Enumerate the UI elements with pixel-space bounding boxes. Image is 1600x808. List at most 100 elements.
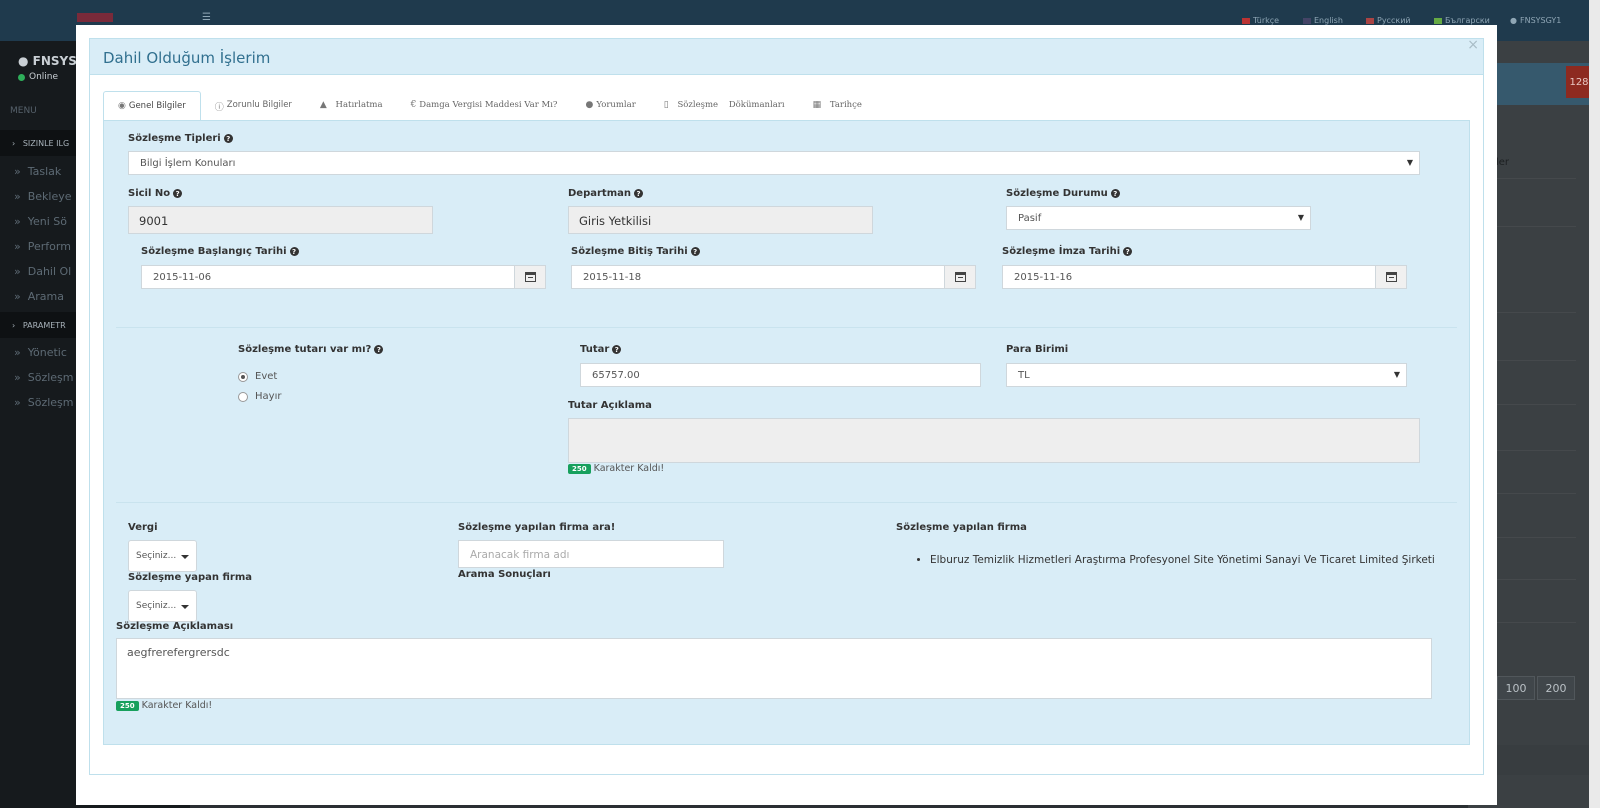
- caret-down-icon: [181, 555, 189, 559]
- end-date-input[interactable]: 2015-11-18: [571, 265, 945, 289]
- modal-header: Dahil Olduğum İşlerim ×: [90, 37, 1483, 75]
- tab-documents[interactable]: ▯ Sözleşme Dökümanları: [650, 91, 799, 121]
- user-icon: ●: [18, 54, 29, 68]
- calendar-icon: ▦: [812, 100, 822, 110]
- help-icon[interactable]: ?: [1123, 247, 1133, 256]
- page-size-200[interactable]: 200: [1537, 676, 1575, 700]
- sidebar-item[interactable]: » Sözleşm: [14, 371, 74, 384]
- dropdown-arrow-icon: ▼: [1406, 158, 1413, 167]
- contract-types-select[interactable]: Bilgi İşlem Konuları ▼: [128, 151, 1420, 175]
- sidebar-item[interactable]: » Arama: [14, 290, 64, 303]
- online-dot-icon: [18, 73, 25, 81]
- close-icon[interactable]: ×: [1467, 37, 1479, 53]
- sidebar-item[interactable]: » Yeni Sö: [14, 215, 67, 228]
- language-turkish[interactable]: Türkçe: [1242, 16, 1279, 25]
- page-scrollbar[interactable]: [1589, 0, 1600, 808]
- end-date-calendar-button[interactable]: [944, 265, 976, 289]
- currency-label: Para Birimi: [1006, 344, 1069, 355]
- help-icon[interactable]: ?: [223, 134, 233, 143]
- russia-flag-icon: [1366, 17, 1374, 24]
- bulgaria-flag-icon: [1434, 17, 1442, 24]
- sidebar-item[interactable]: » Dahil Ol: [14, 265, 71, 278]
- amount-radio-yes[interactable]: Evet: [238, 371, 277, 382]
- help-icon[interactable]: ?: [690, 247, 700, 256]
- department-label: Departman?: [568, 188, 643, 199]
- search-firm-label: Sözleşme yapılan firma ara!: [458, 522, 616, 533]
- tab-general-info[interactable]: ◉ Genel Bilgiler: [103, 91, 201, 122]
- calendar-icon: [1385, 272, 1397, 282]
- tab-reminder[interactable]: ▲ Hatırlatma: [306, 91, 397, 121]
- online-status: Online: [18, 72, 58, 82]
- tab-history[interactable]: ▦ Tarihçe: [799, 91, 876, 121]
- contracting-firm-label: Sözleşme yapan firma: [128, 572, 253, 583]
- language-russian[interactable]: Русский: [1366, 16, 1411, 25]
- modal-title: Dahil Olduğum İşlerim: [103, 49, 271, 67]
- tab-required-info[interactable]: ⓘ Zorunlu Bilgiler: [201, 91, 306, 121]
- tab-comments[interactable]: ● Yorumlar: [571, 91, 649, 121]
- help-icon[interactable]: ?: [1110, 189, 1120, 198]
- section-divider: [116, 502, 1457, 503]
- dropdown-arrow-icon: ▼: [1393, 370, 1400, 379]
- language-english[interactable]: English: [1303, 16, 1343, 25]
- hamburger-icon[interactable]: ☰: [202, 12, 211, 23]
- help-icon[interactable]: ?: [173, 189, 183, 198]
- sign-date-label: Sözleşme İmza Tarihi?: [1002, 246, 1133, 257]
- description-char-counter: 250 Karakter Kaldı!: [116, 700, 212, 711]
- tab-content-general: Sözleşme Tipleri? Bilgi İşlem Konuları ▼ …: [103, 120, 1470, 745]
- help-icon[interactable]: ?: [634, 189, 643, 198]
- euro-icon: €: [410, 100, 417, 110]
- sidebar-item[interactable]: » Perform: [14, 240, 71, 253]
- page-size-100[interactable]: 100: [1497, 676, 1535, 700]
- amount-input[interactable]: 65757.00: [580, 363, 981, 387]
- help-icon[interactable]: ?: [612, 345, 622, 354]
- tax-label: Vergi: [128, 522, 158, 533]
- dropdown-arrow-icon: ▼: [1297, 213, 1304, 222]
- start-date-input[interactable]: 2015-11-06: [141, 265, 515, 289]
- list-item: Elburuz Temizlik Hizmetleri Araştırma Pr…: [930, 554, 1435, 566]
- globe-icon: ◉: [118, 101, 126, 111]
- currency-select[interactable]: TL ▼: [1006, 363, 1407, 387]
- language-bulgarian[interactable]: Български: [1434, 16, 1490, 25]
- registry-label: Sicil No?: [128, 188, 183, 199]
- sidebar-item[interactable]: » Bekleye: [14, 190, 72, 203]
- amount-radio-no[interactable]: Hayır: [238, 391, 281, 402]
- help-icon[interactable]: ?: [289, 247, 299, 256]
- end-date-label: Sözleşme Bitiş Tarihi?: [571, 246, 700, 257]
- tab-bar: ◉ Genel Bilgiler ⓘ Zorunlu Bilgiler ▲ Hatı…: [103, 91, 876, 122]
- caret-down-icon: [181, 605, 189, 609]
- contract-status-select[interactable]: Pasif ▼: [1006, 206, 1311, 230]
- tab-stamp-tax[interactable]: € Damga Vergisi Maddesi Var Mı?: [397, 91, 572, 121]
- department-field: Giris Yetkilisi: [568, 206, 873, 234]
- background-logo: [77, 13, 113, 22]
- description-label: Sözleşme Açıklaması: [116, 621, 234, 632]
- sidebar-item[interactable]: » Sözleşm: [14, 396, 74, 409]
- start-date-calendar-button[interactable]: [514, 265, 546, 289]
- tax-select[interactable]: Seçiniz...: [128, 540, 197, 572]
- contracting-firm-select[interactable]: Seçiniz...: [128, 590, 197, 622]
- registry-field: 9001: [128, 206, 433, 234]
- calendar-icon: [524, 272, 536, 282]
- user-menu[interactable]: ● FNSYSGY1: [1510, 16, 1561, 25]
- calendar-icon: [954, 272, 966, 282]
- search-firm-input[interactable]: Aranacak firma adı: [458, 540, 724, 568]
- uk-flag-icon: [1303, 17, 1311, 24]
- help-icon[interactable]: ?: [374, 345, 384, 354]
- sign-date-calendar-button[interactable]: [1375, 265, 1407, 289]
- sidebar-item[interactable]: » Taslak: [14, 165, 61, 178]
- contract-status-label: Sözleşme Durumu?: [1006, 188, 1120, 199]
- section-divider: [116, 327, 1457, 328]
- description-textarea[interactable]: aegfrerefergrersdc: [116, 638, 1432, 699]
- user-icon: ●: [1510, 16, 1517, 25]
- amount-char-counter: 250 Karakter Kaldı!: [568, 463, 664, 474]
- start-date-label: Sözleşme Başlangıç Tarihi?: [141, 246, 299, 257]
- sidebar-item[interactable]: » Yönetic: [14, 346, 67, 359]
- modal-panel: Dahil Olduğum İşlerim × ◉ Genel Bilgiler …: [89, 37, 1484, 775]
- search-results-label: Arama Sonuçları: [458, 569, 551, 580]
- amount-label: Tutar?: [580, 344, 622, 355]
- sign-date-input[interactable]: 2015-11-16: [1002, 265, 1376, 289]
- amount-description-label: Tutar Açıklama: [568, 400, 652, 411]
- modal-dialog: Dahil Olduğum İşlerim × ◉ Genel Bilgiler …: [76, 25, 1497, 805]
- menu-label: MENU: [10, 106, 37, 116]
- file-icon: ▯: [663, 100, 669, 110]
- radio-unselected-icon: [238, 391, 248, 402]
